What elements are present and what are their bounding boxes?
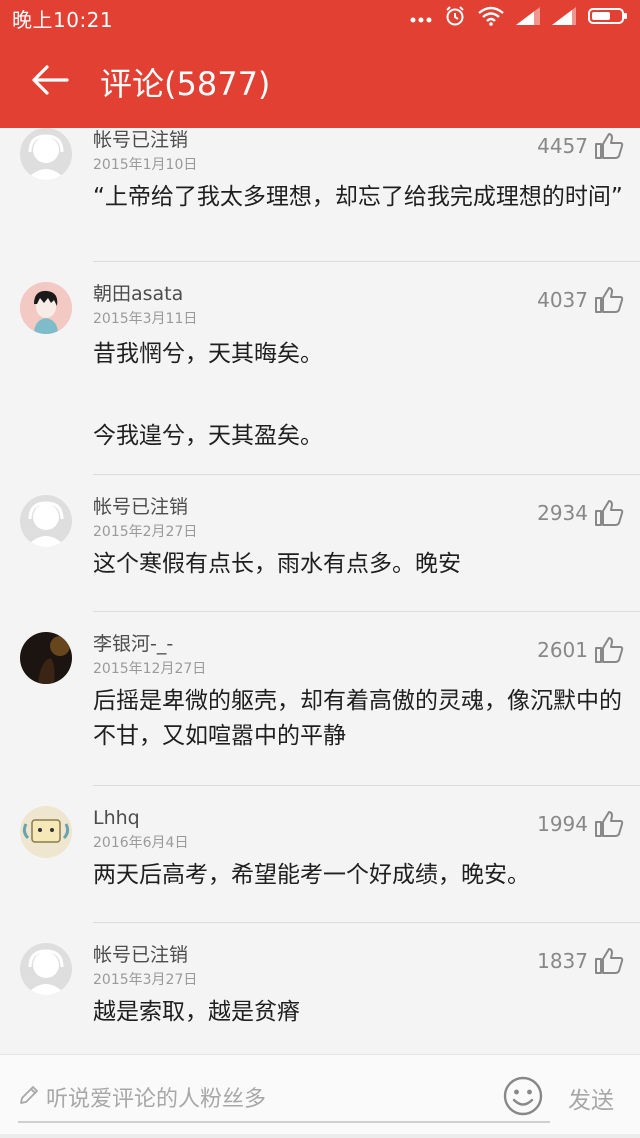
alarm-icon	[444, 5, 466, 31]
like-button[interactable]: 2934	[537, 499, 624, 527]
comment-date: 2015年12月27日	[93, 661, 207, 677]
battery-icon	[588, 7, 628, 29]
like-button[interactable]: 1837	[537, 947, 624, 975]
status-bar: 晚上10:21	[0, 0, 640, 36]
comment-item: 帐号已注销 2015年2月27日 2934 这个寒假有点长，雨水有点多。晚安	[0, 475, 640, 612]
comment-date: 2015年3月11日	[93, 311, 198, 327]
cat-avatar	[20, 806, 72, 858]
comment-meta: 朝田asata 2015年3月11日	[93, 282, 197, 329]
bottom-edge	[0, 1134, 640, 1138]
thumbs-up-icon	[595, 637, 624, 663]
comment-text: 两天后高考，希望能考一个好成绩，晚安。	[93, 862, 530, 888]
cartoon-boy-avatar	[20, 282, 72, 334]
comment-item: 帐号已注销 2015年1月10日 4457 “上帝给了我太多理想，却忘了给我完成…	[0, 128, 640, 262]
comment-date: 2015年1月10日	[93, 157, 198, 173]
status-time: 晚上10:21	[12, 7, 114, 32]
comment-meta: Lhhq 2016年6月4日	[93, 806, 188, 853]
like-count: 2601	[537, 638, 588, 662]
thumbs-up-icon	[595, 811, 624, 837]
back-arrow-icon	[31, 64, 69, 100]
thumbs-up-icon	[595, 500, 624, 526]
like-count: 2934	[537, 501, 588, 525]
like-count: 1994	[537, 812, 588, 836]
comment-input-bar: 听说爱评论的人粉丝多 发送	[0, 1054, 640, 1138]
thumbs-up-icon	[595, 948, 624, 974]
smiley-icon	[503, 1076, 543, 1116]
avatar[interactable]	[20, 943, 72, 995]
comment-date: 2015年3月27日	[93, 972, 198, 988]
comment-item: 帐号已注销 2015年3月27日 1837 越是索取，越是贫瘠	[0, 923, 640, 1054]
comment-meta: 帐号已注销 2015年3月27日	[93, 943, 197, 990]
avatar[interactable]	[20, 632, 72, 684]
thumbs-up-icon	[595, 287, 624, 313]
comment-username[interactable]: Lhhq	[93, 806, 188, 830]
comment-text: 后摇是卑微的躯壳，却有着高傲的灵魂，像沉默中的不甘，又如喧嚣中的平静	[93, 688, 622, 749]
signal-icon	[552, 7, 576, 29]
default-avatar-icon	[20, 943, 72, 995]
comment-text: “上帝给了我太多理想，却忘了给我完成理想的时间”	[93, 184, 623, 210]
signal-icon	[516, 7, 540, 29]
comment-meta: 李银河-_- 2015年12月27日	[93, 632, 206, 679]
comment-username[interactable]: 帐号已注销	[93, 495, 197, 519]
send-button[interactable]: 发送	[568, 1081, 614, 1115]
comment-date: 2016年6月4日	[93, 835, 189, 851]
comment-item: Lhhq 2016年6月4日 1994 两天后高考，希望能考一个好成绩，晚安。	[0, 786, 640, 923]
page-title: 评论(5877)	[100, 65, 271, 103]
comment-username[interactable]: 帐号已注销	[93, 943, 197, 967]
like-count: 4037	[537, 288, 588, 312]
like-count: 1837	[537, 949, 588, 973]
comment-username[interactable]: 李银河-_-	[93, 632, 206, 656]
avatar[interactable]	[20, 282, 72, 334]
comment-username[interactable]: 朝田asata	[93, 282, 197, 306]
comment-input-placeholder: 听说爱评论的人粉丝多	[46, 1087, 267, 1112]
like-button[interactable]: 4037	[537, 286, 624, 314]
comment-item: 朝田asata 2015年3月11日 4037 昔我惘兮，天其晦矣。 今我遑兮，…	[0, 262, 640, 475]
status-icons	[410, 5, 628, 31]
comment-input[interactable]: 听说爱评论的人粉丝多	[18, 1073, 550, 1123]
avatar[interactable]	[20, 495, 72, 547]
comment-username[interactable]: 帐号已注销	[93, 128, 197, 152]
wifi-icon	[478, 6, 504, 30]
comment-meta: 帐号已注销 2015年2月27日	[93, 495, 197, 542]
comment-date: 2015年2月27日	[93, 524, 198, 540]
app-toolbar: 评论(5877)	[0, 36, 640, 128]
avatar[interactable]	[20, 806, 72, 858]
like-button[interactable]: 2601	[537, 636, 624, 664]
avatar[interactable]	[20, 128, 72, 180]
like-button[interactable]: 4457	[537, 132, 624, 160]
comment-item: 李银河-_- 2015年12月27日 2601 后摇是卑微的躯壳，却有着高傲的灵…	[0, 612, 640, 786]
like-button[interactable]: 1994	[537, 810, 624, 838]
default-avatar-icon	[20, 495, 72, 547]
comment-text: 昔我惘兮，天其晦矣。 今我遑兮，天其盈矣。	[93, 341, 323, 449]
comment-list[interactable]: 帐号已注销 2015年1月10日 4457 “上帝给了我太多理想，却忘了给我完成…	[0, 128, 640, 1054]
default-avatar-icon	[20, 128, 72, 180]
comment-meta: 帐号已注销 2015年1月10日	[93, 128, 197, 175]
back-button[interactable]	[0, 36, 100, 128]
like-count: 4457	[537, 134, 588, 158]
pencil-icon	[18, 1084, 40, 1110]
emoji-button[interactable]	[502, 1075, 544, 1117]
comment-text: 这个寒假有点长，雨水有点多。晚安	[93, 551, 461, 577]
thumbs-up-icon	[595, 133, 624, 159]
comment-text: 越是索取，越是贫瘠	[93, 999, 300, 1025]
dark-photo-avatar	[20, 632, 72, 684]
sim-dots-icon	[410, 9, 432, 28]
